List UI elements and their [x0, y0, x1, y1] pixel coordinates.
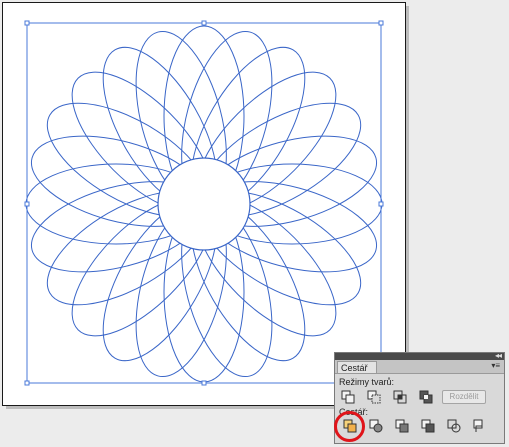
panel-tabbar: Cestář ▾≡ [335, 360, 504, 374]
collapse-icon[interactable]: ◂◂ [495, 351, 502, 360]
minus-back-button[interactable] [473, 419, 487, 433]
unite-icon [341, 390, 355, 404]
expand-button[interactable]: Rozdělit [442, 390, 486, 404]
selection-handle [378, 201, 384, 207]
minus-front-button[interactable] [367, 390, 381, 404]
selection-handle [24, 201, 30, 207]
selection-handle [24, 380, 30, 386]
outline-icon [447, 419, 461, 433]
inner-circle [157, 157, 251, 251]
panel-menu-icon[interactable]: ▾≡ [491, 361, 500, 370]
intersect-icon [393, 390, 407, 404]
merge-button[interactable] [395, 419, 409, 433]
tab-pathfinder[interactable]: Cestář [337, 361, 377, 373]
merge-icon [395, 419, 409, 433]
exclude-button[interactable] [419, 390, 433, 404]
trim-button[interactable] [369, 419, 383, 433]
selection-handle [201, 20, 207, 26]
unite-button[interactable] [341, 390, 355, 404]
selection-handle [201, 380, 207, 386]
crop-button[interactable] [421, 419, 435, 433]
exclude-icon [419, 390, 433, 404]
trim-icon [369, 419, 383, 433]
highlight-circle [334, 411, 365, 442]
outline-button[interactable] [447, 419, 461, 433]
crop-icon [421, 419, 435, 433]
intersect-button[interactable] [393, 390, 407, 404]
shape-modes-label: Režimy tvarů: [339, 377, 395, 387]
minus-back-icon [473, 419, 483, 432]
selection-handle [24, 20, 30, 26]
minus-front-icon [367, 390, 381, 404]
selection-handle [378, 20, 384, 26]
panel-topbar[interactable]: ◂◂ [335, 351, 504, 360]
